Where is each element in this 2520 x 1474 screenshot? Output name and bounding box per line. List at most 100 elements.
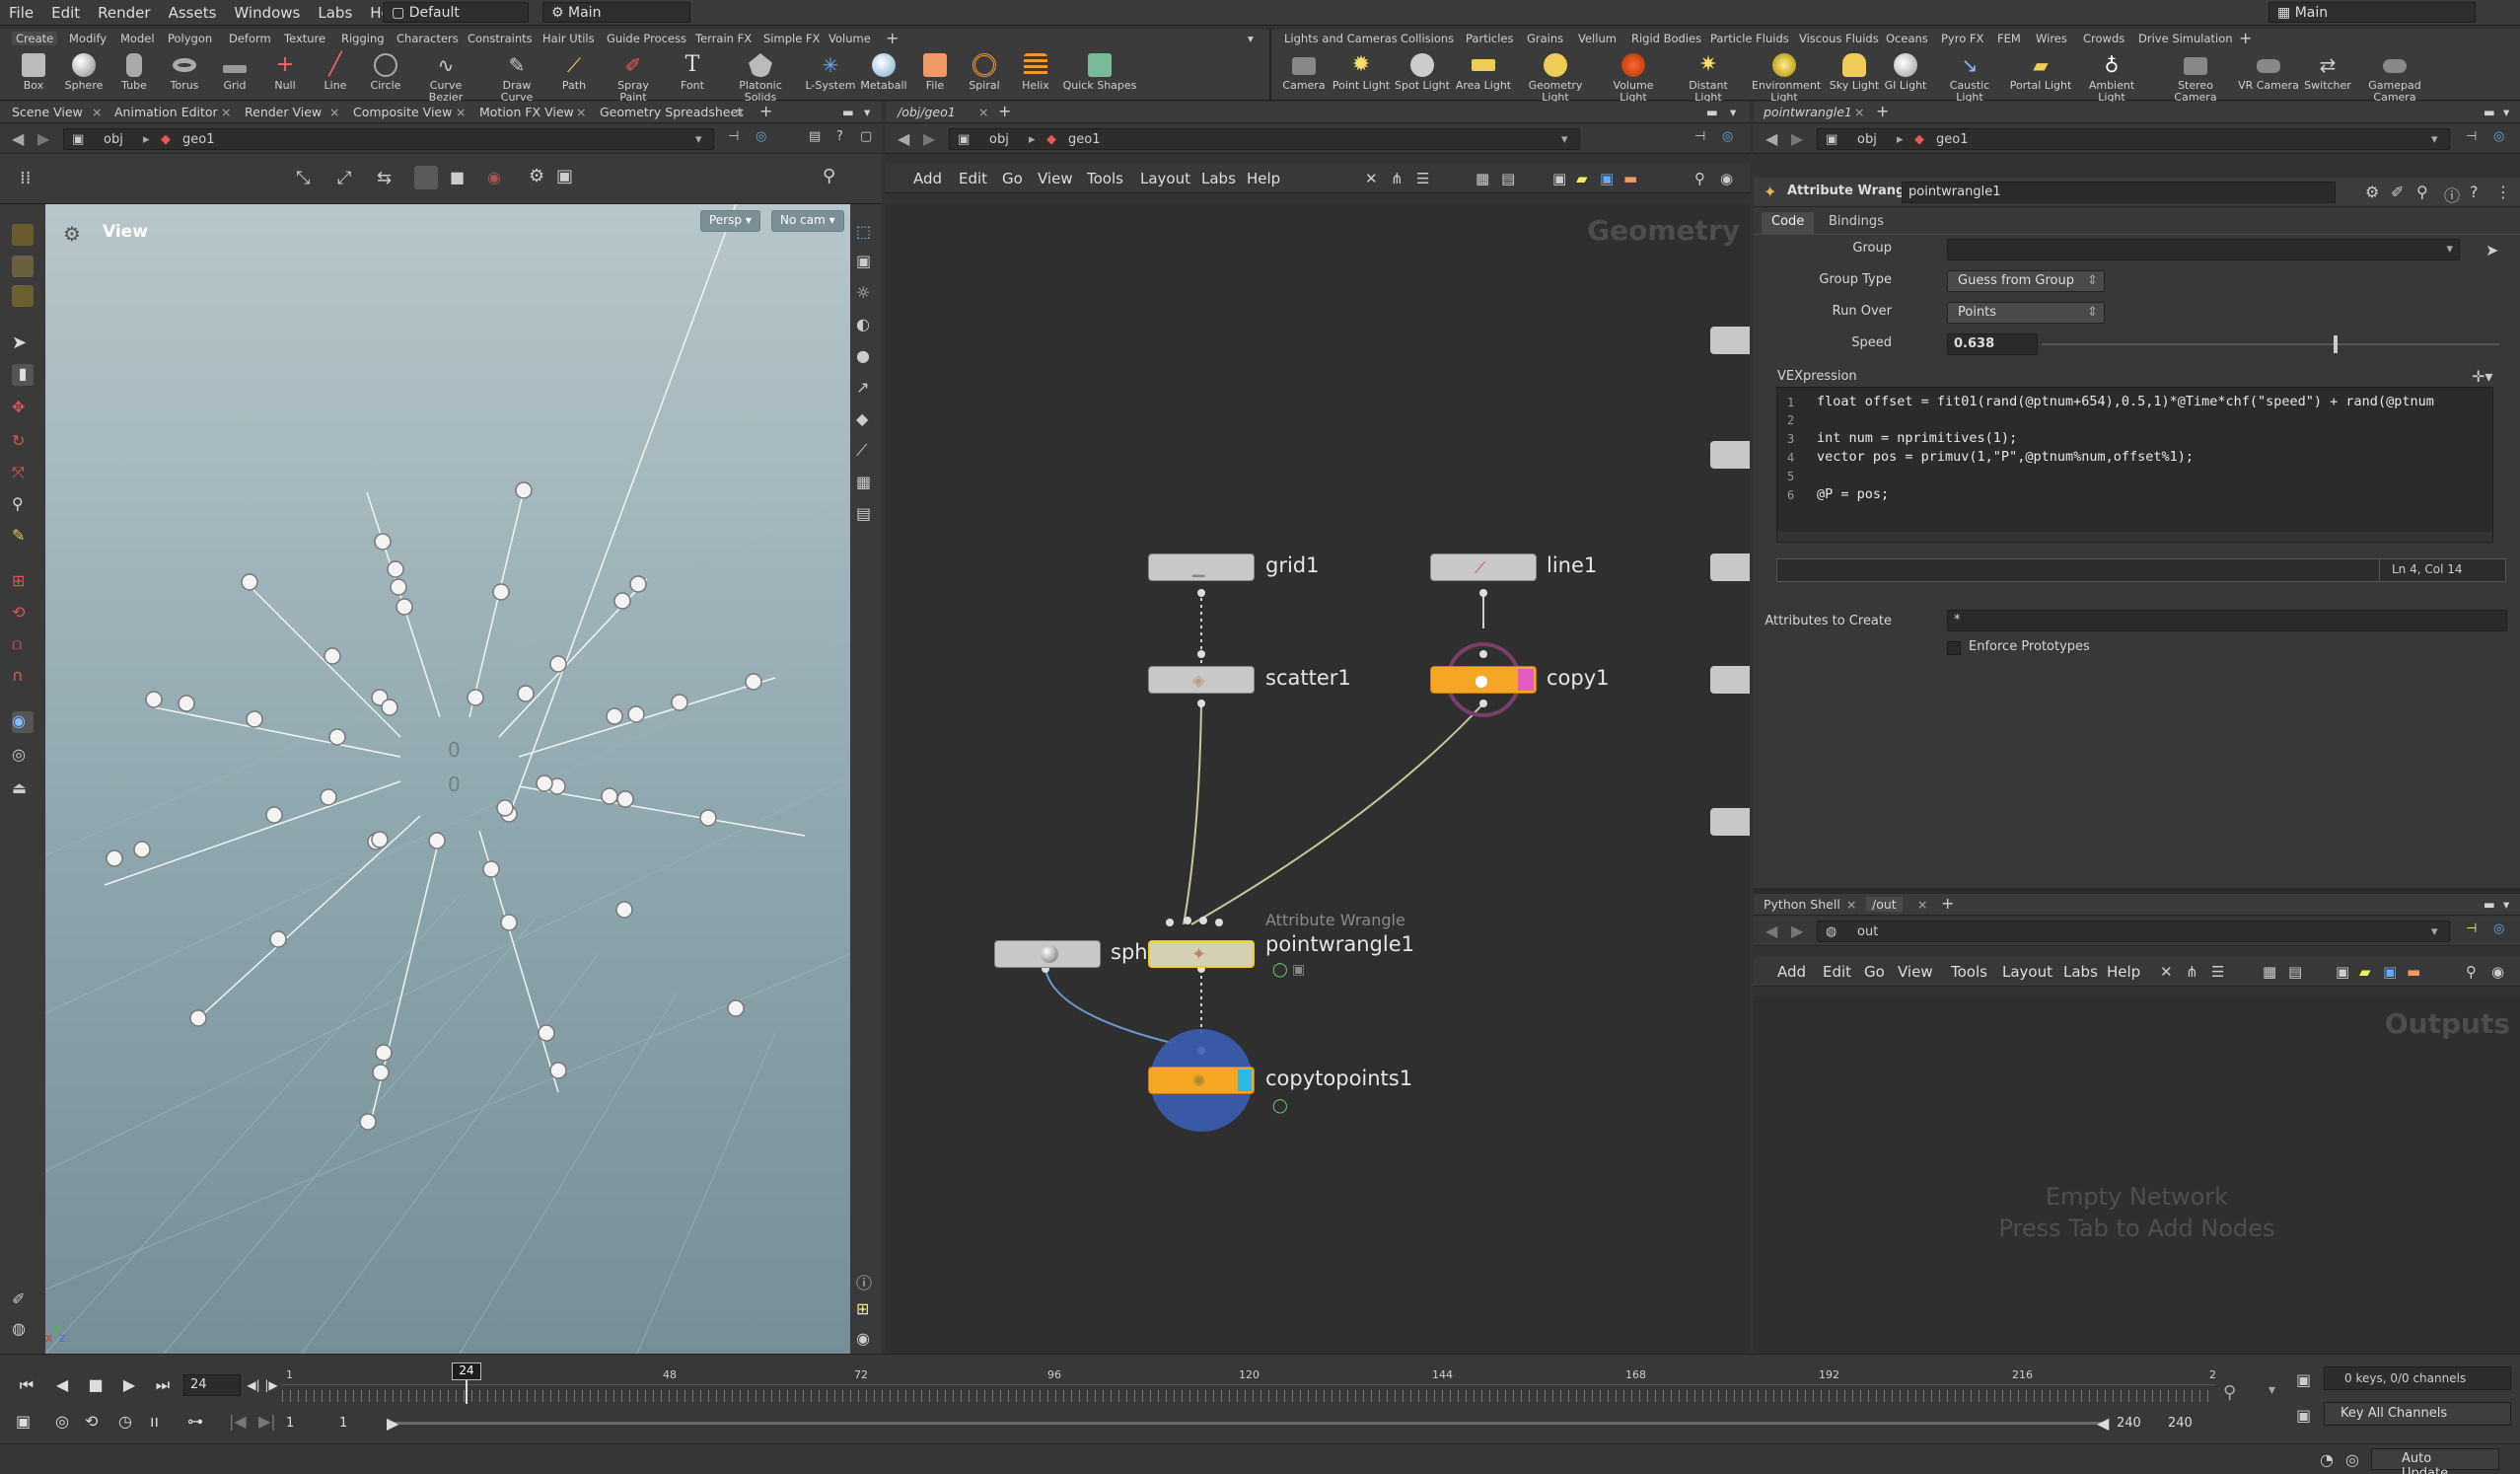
range-start[interactable]: 1 [286,1416,294,1431]
paint-icon[interactable]: ✐ [2391,183,2404,201]
range-icon[interactable]: ıı [150,1412,159,1431]
path-dropdown-icon[interactable]: ▾ [1561,132,1568,147]
tool-curve-bezier[interactable]: ∿ Curve Bezier [416,53,475,104]
list-icon[interactable]: ☰ [1416,170,1429,187]
render-region-icon[interactable]: ◎ [12,745,34,767]
right-context-selector[interactable]: ▦ Main [2268,2,2476,23]
shelf-tab-hair-utils[interactable]: Hair Utils [542,32,595,45]
channel-filter-icon[interactable]: ▾ [2268,1382,2275,1398]
forward-arrow-icon[interactable]: ▶ [923,129,935,148]
node-name-field[interactable]: pointwrangle1 [1902,182,2336,203]
shelf-tab-rigid-bodies[interactable]: Rigid Bodies [1631,32,1701,45]
offscreen-node[interactable] [1710,441,1750,469]
tool-spiral[interactable]: Spiral [955,53,1014,92]
subtab-bindings[interactable]: Bindings [1819,212,1894,234]
back-arrow-icon[interactable]: ◀ [898,129,909,148]
tab-close-icon[interactable]: × [329,105,339,119]
path-dropdown-icon[interactable]: ▾ [2431,132,2438,147]
link-icon[interactable]: ◎ [1722,129,1733,144]
node-line1-label[interactable]: line1 [1547,553,1597,577]
shelf-add-tab-icon[interactable]: + [886,29,899,47]
key-all-icon[interactable]: ▣ [2296,1406,2311,1425]
out-menu-view[interactable]: View [1898,963,1933,981]
network-icon[interactable]: ◎ [2345,1450,2359,1469]
snap-grid-icon[interactable]: ⤢ [337,168,351,188]
path-geo1[interactable]: geo1 [182,132,214,147]
tool-draw-curve[interactable]: ✎ Draw Curve [487,53,546,104]
tab-composite-view[interactable]: Composite View [353,105,452,119]
tool-path[interactable]: ⟋ Path [544,53,604,92]
net-menu-add[interactable]: Add [913,170,942,187]
play-icon[interactable]: ▶ [118,1374,140,1396]
offscreen-node[interactable] [1710,808,1750,836]
out-menu-go[interactable]: Go [1864,963,1885,981]
wrench-icon[interactable]: ✕ [1365,170,1378,187]
node-pointwrangle1[interactable]: ✦ [1148,940,1255,968]
select-arrow-icon[interactable]: ➤ [2485,241,2498,259]
back-arrow-icon[interactable]: ◀ [12,129,24,148]
pane-dropdown-icon[interactable]: ▾ [2503,897,2509,912]
node-sphere-label[interactable]: sph [1111,940,1148,964]
shelf-tab-constraints[interactable]: Constraints [468,32,533,45]
shelf-tab-oceans[interactable]: Oceans [1886,32,1928,45]
persp-menu[interactable]: Persp ▾ [700,210,760,232]
jump-end-icon[interactable]: ⏭ [152,1374,174,1396]
image-icon[interactable]: ▣ [1552,170,1566,187]
tool-volume-light[interactable]: Volume Light [1602,53,1665,104]
net-menu-labs[interactable]: Labs [1201,170,1236,187]
jump-start-icon[interactable]: ⏮ [16,1374,37,1396]
keys-channels-display[interactable]: 0 keys, 0/0 channels [2324,1366,2511,1390]
view-tool-icon[interactable] [12,285,34,307]
bypass-flag[interactable] [1518,669,1534,691]
tab-python-shell[interactable]: Python Shell [1764,897,1840,912]
path-dropdown-icon[interactable]: ▾ [695,132,702,147]
link-icon[interactable]: ◎ [2493,129,2504,144]
tab-pointwrangle1[interactable]: pointwrangle1 [1764,105,1852,119]
search-icon[interactable]: ⚲ [2416,183,2428,201]
path-obj[interactable]: obj [989,132,1009,147]
tab-close-icon[interactable]: × [456,105,466,119]
tab-close-icon[interactable]: × [1917,897,1927,912]
shelf-tab-vellum[interactable]: Vellum [1578,32,1617,45]
display-icon[interactable]: ⬚ [856,222,871,241]
network-box-icon[interactable]: ▣ [1600,170,1614,187]
path-geo1[interactable]: geo1 [1936,132,1968,147]
tool-metaball[interactable]: Metaball [854,53,913,92]
path-geo1[interactable]: geo1 [1068,132,1100,147]
shelf-tab-crowds[interactable]: Crowds [2083,32,2124,45]
grid-view-icon[interactable]: ▦ [2263,963,2276,981]
image-icon[interactable]: ▣ [2336,963,2349,981]
shelf-tab-guide-process[interactable]: Guide Process [607,32,686,45]
add-tab-icon[interactable]: + [998,102,1011,120]
tab-out[interactable]: /out [1866,897,1903,912]
realtime-toggle-icon[interactable]: ▣ [16,1412,31,1431]
tool-vr-camera[interactable]: VR Camera [2237,53,2300,92]
snap-prim-icon[interactable]: ⇆ [377,168,392,188]
out-menu-layout[interactable]: Layout [2002,963,2052,981]
list-icon[interactable]: ☰ [2211,963,2224,981]
pin-icon[interactable]: ⊣ [1694,129,1705,144]
tool-gi-light[interactable]: GI Light [1876,53,1935,92]
find-icon[interactable]: ⚲ [1694,170,1705,187]
shelf-tab-pyro-fx[interactable]: Pyro FX [1941,32,1983,45]
tab-animation-editor[interactable]: Animation Editor [114,105,218,119]
net-menu-layout[interactable]: Layout [1140,170,1190,187]
select-arrow-icon[interactable]: ➤ [12,332,34,354]
add-tab-icon[interactable]: + [1941,894,1954,913]
key-icon[interactable]: ⊶ [187,1412,203,1431]
parm-path-field[interactable]: ▣ obj ▸ ◆ geo1 ▾ [1817,128,2450,150]
menu-assets[interactable]: Assets [160,4,226,22]
tab-close-icon[interactable]: × [735,105,745,119]
current-frame-field[interactable]: 24 [183,1374,241,1396]
record-icon[interactable]: ◉ [487,168,501,186]
table-view-icon[interactable]: ▤ [1501,170,1515,187]
chat-icon[interactable]: ◔ [2320,1450,2334,1469]
add-spare-icon[interactable]: ✛▾ [2472,367,2492,386]
menu-render[interactable]: Render [89,4,159,22]
offscreen-node[interactable] [1710,666,1750,694]
tab-close-icon[interactable]: × [576,105,586,119]
info-icon[interactable]: ⓘ [856,1270,872,1293]
tool-caustic-light[interactable]: ↘ Caustic Light [1935,53,2004,104]
find-icon[interactable]: ⚲ [2466,963,2477,981]
node-copy1[interactable]: ● [1430,666,1537,694]
